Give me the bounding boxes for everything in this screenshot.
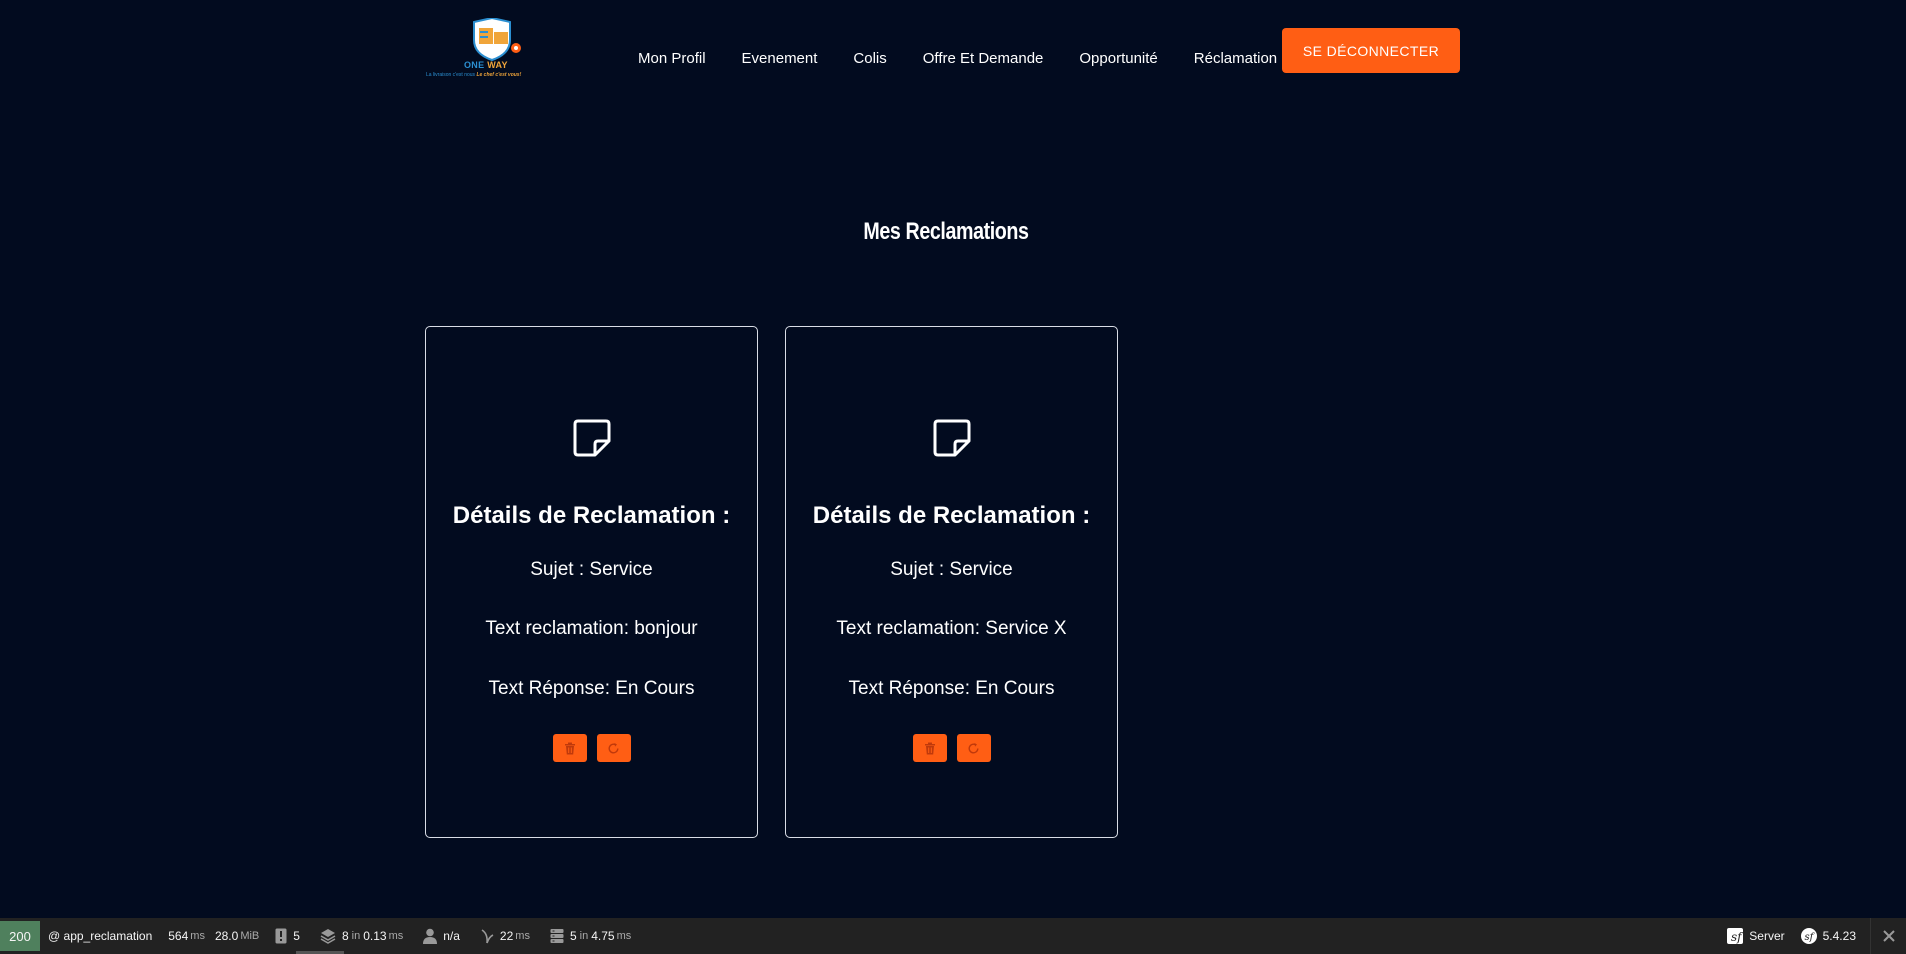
toolbar-memory[interactable]: 28.0 MiB bbox=[213, 921, 267, 951]
time-value: 564 bbox=[168, 929, 189, 943]
memory-value: 28.0 bbox=[214, 929, 239, 943]
logout-button[interactable]: SE DÉCONNECTER bbox=[1282, 28, 1460, 73]
update-button[interactable] bbox=[596, 734, 631, 762]
card-text-reponse: Text Réponse: En Cours bbox=[488, 678, 695, 699]
nav-evenement[interactable]: Evenement bbox=[742, 50, 818, 67]
symfony-logo-icon: sf bbox=[1800, 928, 1817, 944]
events-icon bbox=[481, 929, 494, 944]
debug-toolbar: 200 @ app_reclamation 564 ms 28.0 MiB 5 bbox=[0, 918, 1906, 954]
logs-count: 5 bbox=[293, 929, 300, 943]
user-value: n/a bbox=[443, 929, 460, 943]
trash-icon bbox=[564, 742, 575, 754]
svg-text:sf: sf bbox=[1731, 930, 1743, 944]
card-title: Détails de Reclamation : bbox=[812, 502, 1091, 529]
refresh-icon bbox=[608, 742, 619, 753]
logo-truck-icon bbox=[473, 18, 521, 62]
logs-icon bbox=[275, 928, 287, 944]
events-value: 22 bbox=[499, 929, 514, 943]
reclamation-card: Détails de Reclamation : Sujet : Service… bbox=[785, 326, 1118, 838]
twig-time: 0.13 bbox=[363, 929, 387, 943]
toolbar-user[interactable]: n/a bbox=[411, 921, 468, 951]
logo-brand: ONE WAY bbox=[464, 60, 508, 70]
twig-unit: ms bbox=[388, 930, 404, 942]
card-actions bbox=[786, 734, 1117, 762]
route-name: @ app_reclamation bbox=[48, 929, 153, 943]
card-text-reclamation: Text reclamation: Service X bbox=[836, 618, 1067, 639]
twig-in: in bbox=[351, 930, 361, 942]
toolbar-events[interactable]: 22 ms bbox=[468, 921, 538, 951]
update-button[interactable] bbox=[956, 734, 991, 762]
page: ONE WAY La livraison c'est nous Le chef … bbox=[0, 0, 1906, 954]
delete-button[interactable] bbox=[912, 734, 947, 762]
refresh-icon bbox=[968, 742, 979, 753]
sticky-note-icon bbox=[573, 419, 611, 457]
db-value: 5 bbox=[569, 929, 577, 943]
toolbar-logs[interactable]: 5 bbox=[267, 921, 308, 951]
logo-tagline: La livraison c'est nous Le chef c'est vo… bbox=[426, 72, 522, 78]
nav-colis[interactable]: Colis bbox=[853, 50, 886, 67]
toolbar-version[interactable]: sf 5.4.23 bbox=[1793, 921, 1864, 951]
sticky-note-icon bbox=[933, 419, 971, 457]
memory-unit: MiB bbox=[240, 930, 260, 942]
events-unit: ms bbox=[515, 930, 530, 942]
twig-value: 8 bbox=[341, 929, 349, 943]
toolbar-route[interactable]: @ app_reclamation bbox=[40, 921, 160, 951]
delete-button[interactable] bbox=[552, 734, 587, 762]
nav-reclamation[interactable]: Réclamation bbox=[1194, 50, 1277, 67]
db-unit: ms bbox=[616, 930, 632, 942]
card-title: Détails de Reclamation : bbox=[452, 502, 731, 529]
nav-mon-profil[interactable]: Mon Profil bbox=[638, 50, 706, 67]
toolbar-db[interactable]: 5 in 4.75 ms bbox=[538, 921, 639, 951]
reclamation-card: Détails de Reclamation : Sujet : Service… bbox=[425, 326, 758, 838]
time-unit: ms bbox=[190, 930, 205, 942]
toolbar-time[interactable]: 564 ms bbox=[160, 921, 213, 951]
status-badge[interactable]: 200 bbox=[0, 921, 40, 951]
database-icon bbox=[550, 929, 564, 943]
toolbar-right: sf Server sf 5.4.23 bbox=[1719, 918, 1906, 954]
card-sujet: Sujet : Service bbox=[890, 559, 1013, 580]
main-nav: Mon Profil Evenement Colis Offre Et Dema… bbox=[638, 50, 1277, 67]
toolbar-twig[interactable]: 8 in 0.13 ms bbox=[308, 921, 411, 951]
card-text-reponse: Text Réponse: En Cours bbox=[848, 678, 1055, 699]
user-icon bbox=[423, 928, 438, 944]
close-icon bbox=[1882, 930, 1895, 942]
nav-offre-et-demande[interactable]: Offre Et Demande bbox=[923, 50, 1044, 67]
close-toolbar-button[interactable] bbox=[1870, 918, 1906, 954]
page-title: Mes Reclamations bbox=[863, 218, 1029, 245]
symfony-server-icon: sf bbox=[1727, 928, 1744, 944]
db-time: 4.75 bbox=[591, 929, 615, 943]
server-label: Server bbox=[1749, 929, 1785, 943]
card-text-reclamation: Text reclamation: bonjour bbox=[485, 618, 698, 639]
nav-opportunite[interactable]: Opportunité bbox=[1079, 50, 1157, 67]
trash-icon bbox=[924, 742, 935, 754]
version-value: 5.4.23 bbox=[1822, 929, 1856, 943]
card-sujet: Sujet : Service bbox=[530, 559, 653, 580]
layers-icon bbox=[320, 929, 336, 944]
toolbar-server[interactable]: sf Server bbox=[1719, 921, 1792, 951]
card-actions bbox=[426, 734, 757, 762]
logo[interactable]: ONE WAY La livraison c'est nous Le chef … bbox=[426, 18, 552, 82]
db-in: in bbox=[579, 930, 589, 942]
